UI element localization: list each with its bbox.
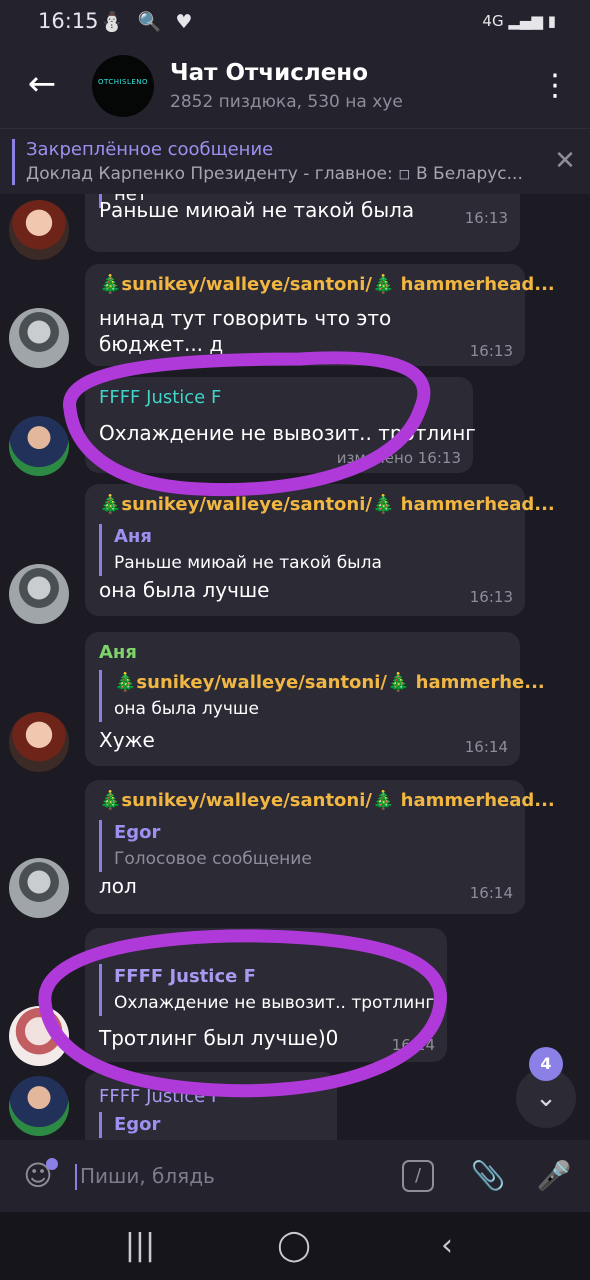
message-text: лол: [99, 874, 137, 898]
message-text: Хуже: [99, 728, 155, 752]
chat-member-count: 2852 пиздюка, 530 на хуе: [170, 92, 403, 112]
message-text-line2: бюджет... д: [99, 332, 224, 356]
pinned-text: Доклад Карпенко Президенту - главное: ◽ …: [26, 164, 523, 184]
avatar[interactable]: [9, 308, 69, 368]
message-time: 16:13: [469, 588, 513, 606]
message-text: Охлаждение не вывозит.. тротлинг: [99, 421, 476, 445]
message-bubble[interactable]: нет Раньше миюай не такой была 16:13: [85, 194, 520, 252]
sender-name[interactable]: 🎄sunikey/walleye/santoni/🎄 hammerhead...: [99, 274, 555, 295]
reply-text: Раньше миюай не такой была: [114, 553, 382, 573]
status-bar: 16:15 ⛄ 🔍 ♥ 4G ▂▄▆ ▮: [0, 0, 590, 46]
message-text: Тротлинг был лучше)0: [99, 1026, 339, 1050]
back-arrow-icon[interactable]: ←: [22, 64, 62, 104]
avatar[interactable]: [9, 858, 69, 918]
reply-quote[interactable]: 🎄sunikey/walleye/santoni/🎄 hammerhe... о…: [99, 670, 545, 722]
message-input[interactable]: [80, 1158, 380, 1194]
message-time: 16:13: [469, 342, 513, 360]
sender-name-glitch[interactable]: FFFF Justice F: [99, 387, 221, 408]
sender-name[interactable]: 🎄sunikey/walleye/santoni/🎄 hammerhead...: [99, 790, 555, 811]
network-type: 4G: [482, 12, 504, 30]
pinned-accent-bar: [12, 139, 15, 185]
close-icon[interactable]: ✕: [550, 146, 580, 176]
sender-name-glitch[interactable]: FFFF Justice F: [99, 1086, 221, 1107]
message-bubble[interactable]: 🎄sunikey/walleye/santoni/🎄 hammerhead...…: [85, 484, 555, 616]
avatar[interactable]: [9, 1006, 69, 1066]
reply-quote[interactable]: Аня Раньше миюай не такой была: [99, 524, 382, 576]
microphone-icon[interactable]: 🎤: [536, 1158, 572, 1194]
message-list[interactable]: нет Раньше миюай не такой была 16:13 🎄su…: [0, 194, 590, 1140]
message-bubble[interactable]: 🎄sunikey/walleye/santoni/🎄 hammerhead...…: [85, 264, 555, 366]
recents-icon[interactable]: |||: [115, 1226, 165, 1266]
message-bubble[interactable]: FFFF Justice F Egor: [85, 1072, 337, 1140]
message-bubble[interactable]: FFFF Justice F Охлаждение не вывозит.. т…: [85, 928, 447, 1062]
avatar[interactable]: [9, 712, 69, 772]
message-text: нинад тут говорить что это: [99, 306, 392, 330]
reply-sender: FFFF Justice F: [114, 966, 256, 987]
home-icon[interactable]: ◯: [269, 1226, 319, 1266]
back-icon[interactable]: ‹: [422, 1226, 472, 1266]
message-text: Раньше миюай не такой была: [99, 198, 415, 222]
chat-avatar-logo: OTCHISLENO: [97, 78, 149, 86]
chat-header: ← OTCHISLENO Чат Отчислено 2852 пиздюка,…: [0, 46, 590, 128]
reply-quote[interactable]: Egor: [99, 1112, 160, 1138]
avatar[interactable]: [9, 200, 69, 260]
reply-sender: Egor: [114, 822, 161, 843]
pinned-message-bar[interactable]: Закреплённое сообщение Доклад Карпенко П…: [0, 128, 590, 194]
reply-text: Голосовое сообщение: [114, 849, 312, 869]
status-time: 16:15: [38, 9, 99, 33]
reply-quote[interactable]: Egor Голосовое сообщение: [99, 820, 312, 872]
avatar[interactable]: [9, 1076, 69, 1136]
sender-name[interactable]: Аня: [99, 642, 137, 663]
reply-sender: 🎄sunikey/walleye/santoni/🎄 hammerhe...: [114, 672, 545, 693]
more-menu-icon[interactable]: ⋮: [540, 68, 570, 104]
chat-avatar[interactable]: OTCHISLENO: [92, 55, 154, 117]
reply-text: она была лучше: [114, 699, 259, 719]
sender-name[interactable]: 🎄sunikey/walleye/santoni/🎄 hammerhead...: [99, 494, 555, 515]
system-nav-bar: ||| ◯ ‹: [0, 1212, 590, 1280]
chat-title[interactable]: Чат Отчислено: [170, 60, 368, 86]
notification-icons: ⛄ 🔍 ♥: [100, 11, 197, 33]
text-caret: [75, 1164, 77, 1190]
bot-command-icon[interactable]: /: [402, 1160, 434, 1192]
reply-quote[interactable]: FFFF Justice F Охлаждение не вывозит.. т…: [99, 964, 434, 1016]
avatar[interactable]: [9, 564, 69, 624]
reply-sender: Аня: [114, 526, 152, 547]
message-time: 16:14: [391, 1036, 435, 1054]
message-time: 16:13: [464, 209, 508, 227]
reply-text: Охлаждение не вывозит.. тротлинг: [114, 993, 435, 1013]
new-sticker-dot: [46, 1158, 58, 1170]
unread-count-badge: 4: [529, 1047, 563, 1081]
attach-icon[interactable]: 📎: [470, 1158, 506, 1194]
avatar[interactable]: [9, 416, 69, 476]
message-time: изменено 16:13: [336, 449, 461, 467]
message-time: 16:14: [469, 884, 513, 902]
pinned-title: Закреплённое сообщение: [26, 139, 274, 160]
message-time: 16:14: [464, 738, 508, 756]
message-bubble[interactable]: FFFF Justice F Охлаждение не вывозит.. т…: [85, 377, 476, 473]
message-bubble[interactable]: 🎄sunikey/walleye/santoni/🎄 hammerhead...…: [85, 780, 555, 914]
message-composer: ☺ / 📎 🎤: [0, 1140, 590, 1212]
chevron-down-icon: ⌄: [535, 1083, 557, 1113]
system-indicators: 4G ▂▄▆ ▮: [482, 12, 556, 30]
message-bubble[interactable]: Аня 🎄sunikey/walleye/santoni/🎄 hammerhe.…: [85, 632, 545, 766]
reply-sender: Egor: [114, 1114, 161, 1135]
message-text: она была лучше: [99, 578, 270, 602]
